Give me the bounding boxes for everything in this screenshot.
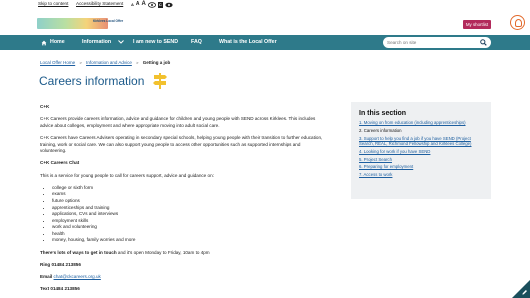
- sidebar-list: 1. Moving on from education (including a…: [359, 120, 483, 178]
- search-icon[interactable]: [480, 39, 487, 46]
- hide-eye-icon[interactable]: [165, 2, 173, 8]
- home-icon: [41, 40, 47, 45]
- nav-information-label: Information: [82, 39, 112, 45]
- sidebar-link[interactable]: 6. Preparing for employment: [359, 164, 413, 169]
- breadcrumb-home[interactable]: Local Offer Home: [40, 60, 75, 65]
- ring-label: Ring: [40, 261, 51, 267]
- search-input[interactable]: [387, 38, 477, 47]
- contact-intro-rest: and it's open Monday to Friday, 10am to …: [116, 249, 210, 255]
- pencil-icon[interactable]: [521, 289, 528, 296]
- skip-to-content-link[interactable]: Skip to content: [38, 1, 68, 6]
- contrast-button[interactable]: C: [157, 1, 163, 8]
- contact-intro: There's lots of ways to get in touch and…: [40, 250, 325, 257]
- paragraph: C+K Careers have Careers Advisers operat…: [40, 134, 323, 154]
- site-header: Kirklees Local Offer My shortlist: [0, 9, 530, 35]
- paragraph: C+K Careers provide careers information,…: [40, 116, 316, 128]
- sidebar-link[interactable]: 1. Moving on from education (including a…: [359, 120, 466, 125]
- search-box: [383, 37, 491, 48]
- nav-new-to-send[interactable]: I am new to SEND: [133, 35, 178, 50]
- text-size-large-button[interactable]: A: [142, 1, 146, 8]
- accessibility-statement-link[interactable]: Accessibility Statement: [76, 1, 123, 6]
- logo-text: Kirklees Local Offer: [93, 19, 124, 23]
- sidebar-link[interactable]: 4. Looking for work if you have SEND: [359, 149, 430, 154]
- list-item: health: [52, 231, 325, 238]
- sidebar-item-looking-for-work: 4. Looking for work if you have SEND: [359, 149, 483, 154]
- list-item: applications, CVs and interviews: [52, 211, 325, 218]
- shortlist-button[interactable]: My shortlist: [463, 20, 491, 29]
- accessibility-tools: A A A C: [131, 1, 173, 8]
- help-icon[interactable]: [510, 15, 525, 30]
- text-size-small-button[interactable]: A: [131, 1, 134, 8]
- breadcrumb: Local Offer Home > Information and Advic…: [40, 60, 170, 65]
- paragraph: This is a service for young people to ca…: [40, 172, 214, 178]
- nav-information[interactable]: Information: [82, 35, 124, 50]
- nav-faq[interactable]: FAQ: [191, 35, 202, 50]
- eye-icon[interactable]: [147, 1, 156, 8]
- nav-home[interactable]: Home: [50, 35, 65, 50]
- utility-bar: Skip to content Accessibility Statement …: [0, 0, 530, 9]
- sidebar-item-preparing-employment: 6. Preparing for employment: [359, 164, 483, 169]
- in-this-section-panel: In this section 1. Moving on from educat…: [351, 102, 491, 199]
- list-item: work and volunteering: [52, 224, 325, 231]
- title-row: Careers information: [39, 73, 168, 89]
- text-label: Text: [40, 286, 50, 292]
- chevron-down-icon: [117, 39, 124, 44]
- text-number: 01484 213856: [50, 286, 80, 292]
- nav-local-offer[interactable]: What is the Local Offer: [219, 35, 277, 50]
- support-topics-list: college or sixth form exams future optio…: [40, 185, 325, 244]
- list-item: apprenticeships and training: [52, 205, 325, 212]
- sidebar-current: 2. Careers information: [359, 127, 402, 133]
- list-item: exams: [52, 191, 325, 198]
- kirklees-logo[interactable]: Kirklees Local Offer: [37, 18, 123, 29]
- list-item: employment skills: [52, 218, 325, 225]
- signpost-icon: [153, 73, 168, 89]
- section-heading-ck: C+K: [40, 104, 50, 109]
- breadcrumb-info-advice[interactable]: Information and Advice: [86, 60, 132, 65]
- sidebar-link[interactable]: 7. Access to work: [359, 172, 392, 177]
- main-content: C+K C+K Careers provide careers informat…: [40, 104, 325, 298]
- breadcrumb-separator: >: [79, 60, 82, 65]
- sidebar-item-project-search: 5. Project Search: [359, 157, 483, 162]
- breadcrumb-separator: >: [136, 60, 139, 65]
- phone-number: 01484 213856: [51, 261, 81, 267]
- text-line: Text 01484 213856: [40, 286, 325, 293]
- list-item: college or sixth form: [52, 185, 325, 192]
- email-link[interactable]: chat@ckcareers.org.uk: [54, 274, 101, 279]
- main-nav: Home Information I am new to SEND FAQ Wh…: [0, 35, 530, 50]
- email-label: Email: [40, 274, 53, 280]
- email-line: Email chat@ckcareers.org.uk: [40, 274, 325, 281]
- section-heading-careers-chat: C+K Careers Chat: [40, 160, 80, 166]
- sidebar-heading: In this section: [359, 110, 407, 117]
- sidebar-item-careers-information: 2. Careers information: [359, 128, 483, 133]
- list-item: future options: [52, 198, 325, 205]
- breadcrumb-current: Getting a job: [142, 60, 171, 65]
- list-item: money, housing, family worries and more: [52, 237, 325, 244]
- sidebar-item-moving-on: 1. Moving on from education (including a…: [359, 120, 483, 125]
- sidebar-item-access-to-work: 7. Access to work: [359, 172, 483, 177]
- phone-line: Ring 01484 213856: [40, 262, 325, 269]
- sidebar-item-support-find-job: 3. Support to help you find a job if you…: [359, 136, 483, 147]
- contact-intro-bold: There's lots of ways to get in touch: [40, 249, 117, 255]
- sidebar-link[interactable]: 3. Support to help you find a job if you…: [359, 136, 472, 146]
- page-title: Careers information: [39, 74, 145, 88]
- sidebar-link[interactable]: 5. Project Search: [359, 157, 392, 162]
- text-size-medium-button[interactable]: A: [136, 1, 140, 8]
